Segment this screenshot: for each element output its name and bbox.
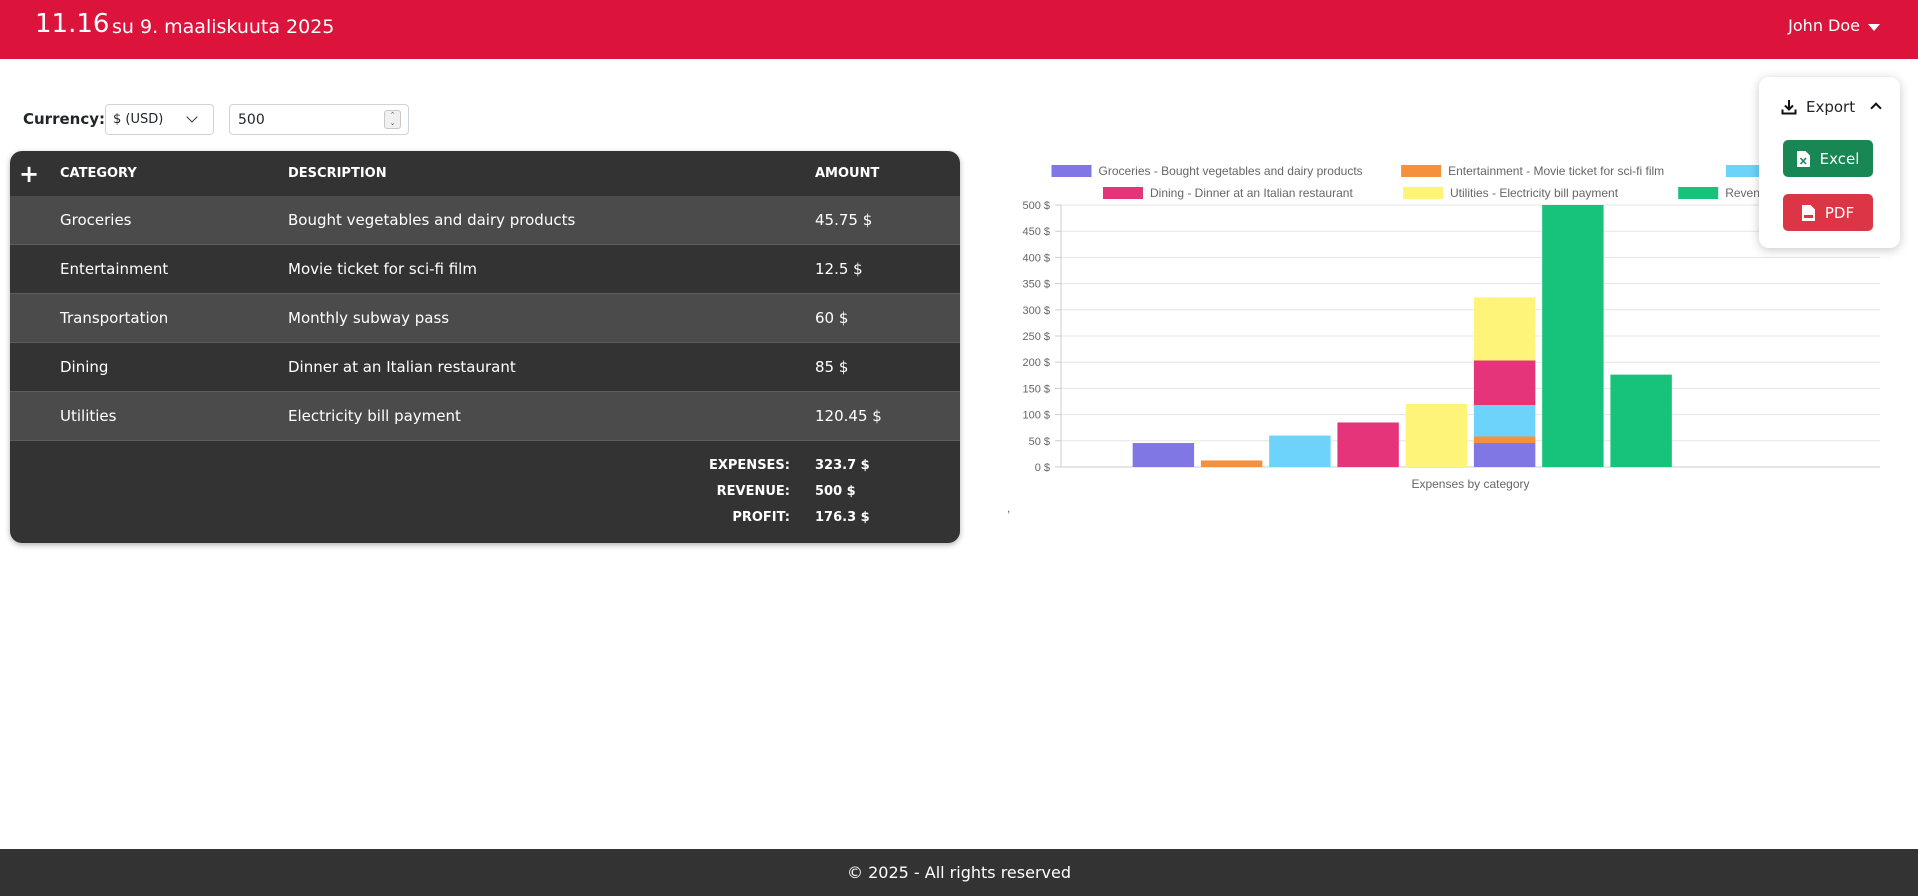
chart-svg: 0 $ 50 $ 100 $ 150 $ 200 $ 250 $ 300 $ 350 $ 400…: [1007, 164, 1880, 515]
bar-segment: [1337, 422, 1399, 467]
currency-selected-value: $ (USD): [113, 112, 164, 127]
bar-segment: [1473, 436, 1536, 444]
legend-label: Dining - Dinner at an Italian restaurant: [1150, 186, 1353, 200]
revenue-amount-value: 500: [238, 111, 265, 128]
download-icon: [1781, 100, 1797, 115]
bar-segment: [1610, 374, 1672, 467]
total-expenses: EXPENSES: 323.7 $: [10, 458, 960, 478]
table-row[interactable]: Utilities Electricity bill payment 120.4…: [10, 392, 960, 441]
table-row[interactable]: Transportation Monthly subway pass 60 $: [10, 294, 960, 343]
x-axis-title: Expenses by category: [1411, 477, 1529, 491]
y-tick-label: 500 $: [1022, 200, 1050, 212]
y-tick-label: 200 $: [1022, 357, 1050, 369]
bar-segment: [1473, 443, 1536, 467]
chevron-down-icon: [186, 111, 198, 123]
legend-label: Entertainment - Movie ticket for sci-fi …: [1448, 164, 1664, 178]
expenses-chart: 0 $ 50 $ 100 $ 150 $ 200 $ 250 $ 300 $ 350 $ 400…: [1007, 150, 1890, 520]
revenue-amount-input[interactable]: 500 ⌃ ⌄: [229, 104, 409, 135]
y-tick-label: 300 $: [1022, 305, 1050, 317]
y-tick-label: 400 $: [1022, 252, 1050, 264]
bar-segment: [1200, 460, 1263, 467]
legend-swatch: [1401, 165, 1442, 177]
cell-amount: 120.45 $: [815, 407, 882, 425]
legend-label: Groceries - Bought vegetables and dairy …: [1099, 164, 1363, 178]
currency-label: Currency:: [23, 110, 106, 128]
cell-category: Utilities: [60, 407, 117, 425]
export-excel-label: Excel: [1819, 149, 1860, 168]
currency-select[interactable]: $ (USD): [105, 104, 214, 135]
bar-segment: [1473, 297, 1536, 361]
footer-text: © 2025 - All rights reserved: [847, 863, 1071, 882]
y-tick-label: 350 $: [1022, 279, 1050, 291]
y-tick-label: 100 $: [1022, 410, 1050, 422]
table-row[interactable]: Groceries Bought vegetables and dairy pr…: [10, 196, 960, 245]
cell-description: Monthly subway pass: [288, 309, 450, 327]
total-expenses-label: EXPENSES:: [709, 458, 790, 473]
bar-segment: [1473, 405, 1536, 437]
bar-segment: [1132, 443, 1195, 467]
expenses-table: + CATEGORY DESCRIPTION AMOUNT Groceries …: [10, 151, 960, 543]
bar-segment: [1473, 360, 1536, 406]
total-revenue: REVENUE: 500 $: [10, 484, 960, 504]
total-revenue-label: REVENUE:: [716, 484, 790, 499]
legend-swatch: [1103, 187, 1143, 199]
bar-segment: [1542, 205, 1604, 467]
column-header-description: DESCRIPTION: [288, 166, 387, 181]
cell-amount: 12.5 $: [815, 260, 863, 278]
add-row-button[interactable]: +: [19, 162, 39, 186]
table-header: + CATEGORY DESCRIPTION AMOUNT: [10, 151, 960, 196]
legend-swatch: [1403, 187, 1443, 199]
cell-category: Dining: [60, 358, 109, 376]
column-header-category: CATEGORY: [60, 166, 137, 181]
export-toggle[interactable]: Export: [1781, 98, 1855, 116]
chevron-up-icon[interactable]: [1870, 102, 1882, 114]
table-row[interactable]: Entertainment Movie ticket for sci-fi fi…: [10, 245, 960, 294]
cell-description: Bought vegetables and dairy products: [288, 211, 576, 229]
total-profit: PROFIT: 176.3 $: [10, 510, 960, 530]
total-profit-label: PROFIT:: [732, 510, 790, 525]
y-tick-label: 250 $: [1022, 331, 1050, 343]
legend-swatch: [1678, 187, 1719, 199]
cell-amount: 85 $: [815, 358, 849, 376]
bar-segment: [1269, 435, 1331, 467]
cell-description: Dinner at an Italian restaurant: [288, 358, 516, 376]
y-tick-label: 150 $: [1022, 383, 1050, 395]
caret-down-icon: [1868, 23, 1880, 31]
total-profit-value: 176.3 $: [815, 510, 870, 525]
bar-segment: [1405, 403, 1468, 467]
export-pdf-button[interactable]: PDF: [1783, 194, 1873, 231]
top-header: 11.16 su 9. maaliskuuta 2025 John Doe: [0, 0, 1918, 59]
export-excel-button[interactable]: Excel: [1783, 140, 1873, 177]
user-menu[interactable]: John Doe: [1788, 16, 1880, 36]
page-footer: © 2025 - All rights reserved: [0, 849, 1918, 896]
cell-description: Electricity bill payment: [288, 407, 461, 425]
cell-description: Movie ticket for sci-fi film: [288, 260, 477, 278]
table-row[interactable]: Dining Dinner at an Italian restaurant 8…: [10, 343, 960, 392]
export-title: Export: [1806, 98, 1856, 116]
current-time: 11.16: [35, 9, 110, 39]
user-name: John Doe: [1788, 16, 1860, 35]
current-date: su 9. maaliskuuta 2025: [112, 16, 335, 38]
number-stepper[interactable]: ⌃ ⌄: [384, 110, 401, 129]
y-tick-label: 0 $: [1035, 462, 1050, 474]
export-pdf-label: PDF: [1824, 203, 1855, 222]
legend-label: Utilities - Electricity bill payment: [1450, 186, 1619, 200]
cell-category: Transportation: [60, 309, 169, 327]
total-revenue-value: 500 $: [815, 484, 856, 499]
excel-file-icon: [1796, 150, 1810, 167]
y-tick-label: 50 $: [1029, 436, 1050, 448]
y-tick-label: 450 $: [1022, 226, 1050, 238]
column-header-amount: AMOUNT: [815, 166, 880, 181]
cell-category: Groceries: [60, 211, 132, 229]
cell-amount: 60 $: [815, 309, 849, 327]
axis-mark: ,: [1007, 501, 1010, 515]
total-expenses-value: 323.7 $: [815, 458, 870, 473]
legend-swatch: [1051, 165, 1092, 177]
pdf-file-icon: [1801, 204, 1815, 221]
cell-category: Entertainment: [60, 260, 169, 278]
cell-amount: 45.75 $: [815, 211, 873, 229]
export-panel: Export Excel PDF: [1759, 77, 1900, 248]
